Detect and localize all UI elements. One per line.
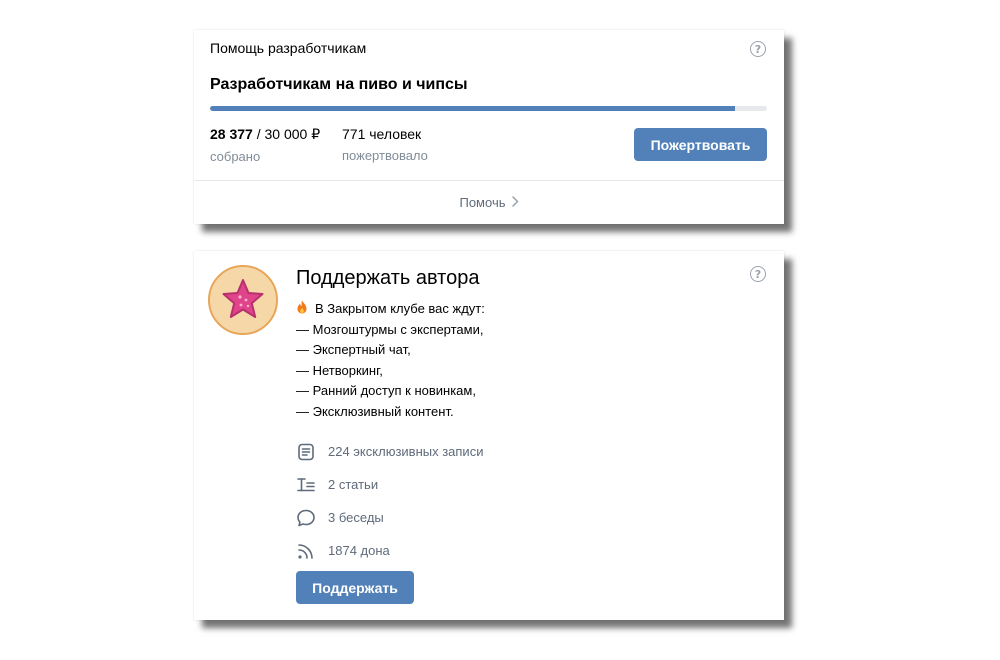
progress-bar	[210, 106, 767, 111]
description-line: — Мозгоштурмы с экспертами,	[296, 321, 484, 337]
collected-amount: 28 377	[210, 126, 253, 142]
description-line: — Эксклюзивный контент.	[296, 403, 454, 419]
star-icon	[222, 279, 264, 318]
stat-dons: 1874 дона	[296, 534, 483, 567]
description-line: — Экспертный чат,	[296, 342, 411, 357]
stat-chats: 3 беседы	[296, 501, 483, 534]
fundraiser-title: Разработчикам на пиво и чипсы	[210, 76, 468, 93]
donut-stats-list: 224 эксклюзивных записи 2 статьи 3 бесед…	[296, 435, 483, 567]
donut-title: Поддержать автора	[296, 267, 480, 289]
avatar	[208, 265, 278, 335]
help-link[interactable]: Помочь	[194, 181, 784, 224]
help-link-label: Помочь	[459, 195, 506, 210]
donate-button[interactable]: Пожертвовать	[634, 128, 767, 161]
rss-icon	[298, 543, 313, 559]
description-line: В Закрытом клубе вас ждут:	[315, 301, 485, 316]
stat-text: 224 эксклюзивных записи	[328, 444, 484, 459]
articles-icon	[297, 477, 315, 491]
question-circle-icon[interactable]: ?	[750, 41, 766, 57]
fundraiser-card: Помощь разработчикам ? Разработчикам на …	[194, 30, 784, 224]
donut-description: В Закрытом клубе вас ждут: — Мозгоштурмы…	[296, 299, 485, 422]
donors-stat: 771 человек пожертвовало	[342, 126, 428, 163]
stat-posts: 224 эксклюзивных записи	[296, 435, 483, 468]
stat-articles: 2 статьи	[296, 468, 483, 501]
stat-text: 2 статьи	[328, 477, 379, 492]
collected-label: собрано	[210, 149, 261, 164]
donut-card: Поддержать автора ? В Закрытом клубе вас…	[194, 251, 784, 620]
description-line: — Нетворкинг,	[296, 362, 383, 378]
collected-stat: 28 377 / 30 000 ₽ собрано	[210, 126, 320, 164]
donors-label: пожертвовало	[342, 148, 428, 163]
fire-icon	[297, 300, 307, 314]
progress-bar-fill	[210, 106, 736, 111]
chat-bubble-icon	[297, 509, 315, 526]
donors-count: 771 человек	[342, 126, 422, 142]
question-circle-icon[interactable]: ?	[750, 266, 766, 282]
chevron-right-icon	[511, 195, 519, 210]
support-button[interactable]: Поддержать	[296, 571, 414, 604]
stat-text: 3 беседы	[328, 510, 384, 525]
stat-text: 1874 дона	[328, 543, 390, 558]
collected-goal: / 30 000 ₽	[252, 126, 321, 142]
fundraiser-header: Помощь разработчикам	[210, 40, 367, 56]
description-line: — Ранний доступ к новинкам,	[296, 383, 476, 398]
posts-icon	[298, 443, 314, 460]
